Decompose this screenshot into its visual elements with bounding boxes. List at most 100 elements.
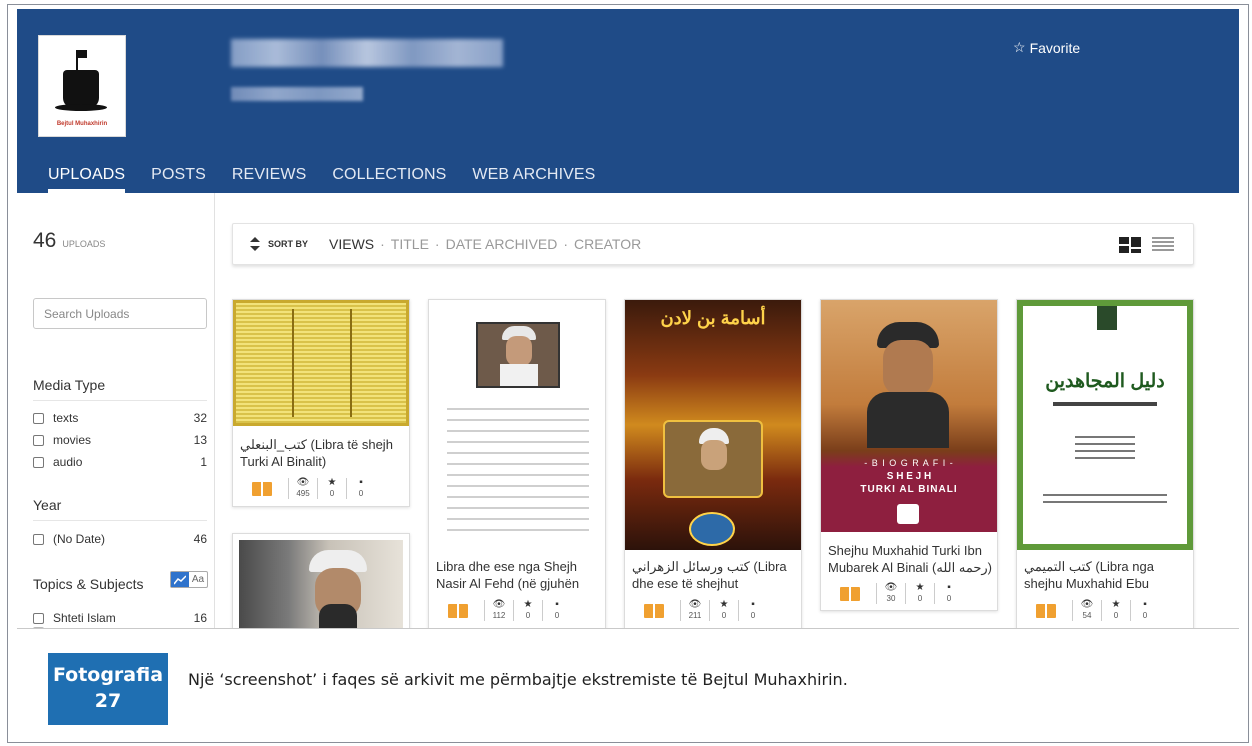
facet-count: 32 — [193, 411, 207, 425]
item-thumbnail[interactable]: أسامة بن لادن — [625, 300, 801, 550]
separator: · — [563, 236, 569, 252]
item-thumbnail[interactable]: - B I O G R A F I - S H E J H TURKI AL B… — [821, 300, 997, 532]
item-thumbnail[interactable] — [239, 540, 403, 628]
checkbox[interactable] — [33, 412, 44, 424]
checkbox[interactable] — [33, 533, 44, 545]
facet-texts[interactable]: texts 32 — [33, 411, 207, 425]
checkbox — [33, 627, 44, 628]
comment-icon: ▪ — [1143, 599, 1147, 610]
facet-label: (No Date) — [53, 532, 106, 546]
checkbox[interactable] — [33, 456, 44, 468]
favorites-stat: ★ 0 — [513, 600, 542, 621]
item-stats: 👁 112 ★ 0 ▪ 0 — [448, 600, 571, 621]
chart-icon[interactable] — [171, 572, 189, 587]
facet-movies[interactable]: movies 13 — [33, 433, 207, 447]
sort-title[interactable]: TITLE — [391, 236, 429, 252]
reviews-stat: ▪ 0 — [542, 600, 571, 621]
cover-text: S H E J H — [886, 471, 932, 482]
tab-uploads[interactable]: UPLOADS — [48, 166, 126, 193]
item-thumbnail[interactable]: دليل المجاهدين — [1017, 300, 1193, 550]
favorites-stat: ★ 0 — [1101, 600, 1130, 621]
sort-bar: SORT BY VIEWS · TITLE · DATE ARCHIVED · … — [232, 223, 1194, 265]
account-logo[interactable]: Bejtul Muhaxhirin — [38, 35, 126, 137]
item-stats: 👁 495 ★ 0 ▪ 0 — [252, 478, 375, 499]
views-stat: 👁 54 — [1072, 600, 1101, 621]
sort-views[interactable]: VIEWS — [329, 236, 374, 252]
figure-caption: Një ‘screenshot’ i faqes së arkivit me p… — [188, 670, 848, 689]
item-tile[interactable]: كتب_البنعلي (Libra të shejh Turki Al Bin… — [232, 299, 410, 507]
tab-posts[interactable]: POSTS — [151, 166, 206, 193]
topics-heading: Topics & Subjects — [33, 576, 144, 592]
list-view-icon[interactable] — [1152, 237, 1174, 253]
item-tile[interactable]: - B I O G R A F I - S H E J H TURKI AL B… — [820, 299, 998, 611]
item-stats: 👁 211 ★ 0 ▪ 0 — [644, 600, 767, 621]
item-tile[interactable]: أسامة بن لادن كتب ورسائل الزهراني (Libra… — [624, 299, 802, 628]
facet-shteti-islam[interactable]: Shteti Islam 16 — [33, 611, 207, 625]
eye-icon: 👁 — [492, 599, 506, 610]
results-count-number: 46 — [33, 229, 57, 252]
facet-label: movies — [53, 433, 92, 447]
item-stats: 👁 30 ★ 0 ▪ 0 — [840, 583, 963, 604]
sort-options: VIEWS · TITLE · DATE ARCHIVED · CREATOR — [329, 236, 641, 252]
comment-icon: ▪ — [359, 477, 363, 488]
sort-creator[interactable]: CREATOR — [574, 236, 641, 252]
views-stat: 👁 211 — [680, 600, 709, 621]
item-title[interactable]: كتب_البنعلي (Libra të shejh Turki Al Bin… — [240, 436, 404, 470]
topics-view-toggle[interactable]: Aa — [170, 571, 208, 588]
facet-count: 46 — [193, 532, 207, 546]
facet-audio[interactable]: audio 1 — [33, 455, 207, 469]
item-title[interactable]: Shejhu Muxhahid Turki Ibn Mubarek Al Bin… — [828, 542, 992, 576]
tab-web-archives[interactable]: WEB ARCHIVES — [472, 166, 595, 193]
sort-date-archived[interactable]: DATE ARCHIVED — [446, 236, 558, 252]
flag-icon — [77, 50, 87, 58]
checkbox[interactable] — [33, 612, 44, 624]
figure-label: Fotografia 27 — [48, 653, 168, 725]
cover-text: TURKI AL BINALI — [860, 484, 958, 495]
blurred-account-name — [231, 39, 503, 67]
tab-reviews[interactable]: REVIEWS — [232, 166, 307, 193]
eye-icon: 👁 — [688, 599, 702, 610]
comment-icon: ▪ — [947, 582, 951, 593]
item-thumbnail[interactable] — [233, 300, 409, 426]
comment-icon: ▪ — [751, 599, 755, 610]
star-icon: ★ — [719, 599, 729, 610]
tab-collections[interactable]: COLLECTIONS — [332, 166, 446, 193]
logo-emblem-brim — [55, 104, 107, 111]
favorite-button[interactable]: ☆ Favorite — [1013, 39, 1080, 56]
archive-screenshot: Bejtul Muhaxhirin ☆ Favorite UPLOADS POS… — [17, 9, 1239, 629]
item-tile[interactable] — [232, 533, 410, 628]
facet-partial-row — [33, 627, 207, 628]
comment-icon: ▪ — [555, 599, 559, 610]
item-thumbnail[interactable] — [429, 300, 605, 550]
facet-no-date[interactable]: (No Date) 46 — [33, 532, 207, 546]
views-stat: 👁 30 — [876, 583, 905, 604]
book-icon — [840, 586, 860, 601]
favorites-stat: ★ 0 — [317, 478, 346, 499]
logo-emblem-icon — [63, 70, 99, 108]
facet-label: Shteti Islam — [53, 611, 116, 625]
eye-icon: 👁 — [1080, 599, 1094, 610]
reviews-stat: ▪ 0 — [346, 478, 375, 499]
sort-by-label: SORT BY — [268, 239, 309, 249]
book-icon — [448, 603, 468, 618]
results-count: 46 UPLOADS — [33, 229, 105, 253]
alphabetical-toggle[interactable]: Aa — [189, 572, 207, 587]
item-title[interactable]: كتب التميمي (Libra nga shejhu Muxhahid E… — [1024, 558, 1188, 592]
item-title[interactable]: Libra dhe ese nga Shejh Nasir Al Fehd (n… — [436, 558, 600, 592]
facet-count: 16 — [193, 611, 207, 625]
book-icon — [1036, 603, 1056, 618]
figure-label-word: Fotografia — [52, 664, 164, 686]
item-title[interactable]: كتب ورسائل الزهراني (Libra dhe ese të sh… — [632, 558, 796, 592]
checkbox[interactable] — [33, 434, 44, 446]
facet-label: audio — [53, 455, 83, 469]
profile-tabs: UPLOADS POSTS REVIEWS COLLECTIONS WEB AR… — [48, 166, 621, 193]
item-tile[interactable]: دليل المجاهدين كتب التميمي (Libra nga sh… — [1016, 299, 1194, 628]
separator: · — [434, 236, 440, 252]
tile-view-icon[interactable] — [1119, 237, 1141, 253]
item-tile[interactable]: Libra dhe ese nga Shejh Nasir Al Fehd (n… — [428, 299, 606, 628]
year-heading: Year — [33, 497, 207, 521]
star-icon: ★ — [915, 582, 925, 593]
sort-arrows-icon[interactable] — [250, 237, 260, 251]
search-uploads-input[interactable] — [33, 298, 207, 329]
star-icon: ★ — [523, 599, 533, 610]
